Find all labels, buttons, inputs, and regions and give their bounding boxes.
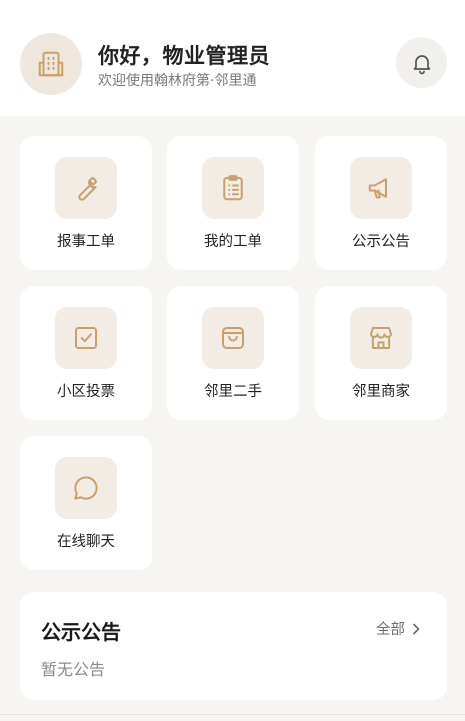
home-page: 你好，物业管理员 欢迎使用翰林府第·邻里通 报事工单 我的工单 公示公告 小区投…: [0, 0, 465, 721]
checkbox-icon: [71, 323, 101, 353]
tile-local-merchants[interactable]: 邻里商家: [315, 286, 447, 420]
view-all-link[interactable]: 全部: [376, 618, 421, 639]
bell-icon: [410, 51, 434, 75]
tile-label: 邻里商家: [352, 384, 410, 400]
tile-icon-box: [202, 307, 264, 369]
clipboard-list-icon: [218, 173, 248, 203]
tile-second-hand[interactable]: 邻里二手: [167, 286, 299, 420]
tile-icon-box: [350, 157, 412, 219]
tile-community-vote[interactable]: 小区投票: [20, 286, 152, 420]
view-all-label: 全部: [376, 622, 405, 638]
header: 你好，物业管理员 欢迎使用翰林府第·邻里通: [0, 0, 465, 116]
tile-label: 公示公告: [352, 234, 410, 250]
bottom-divider: [0, 714, 465, 715]
announcement-card-title: 公示公告: [41, 620, 121, 644]
wrench-icon: [71, 173, 101, 203]
tile-icon-box: [202, 157, 264, 219]
tile-report-ticket[interactable]: 报事工单: [20, 136, 152, 270]
tile-label: 报事工单: [57, 234, 115, 250]
tile-icon-box: [350, 307, 412, 369]
tile-label: 小区投票: [57, 384, 115, 400]
greeting-subtitle: 欢迎使用翰林府第·邻里通: [98, 73, 257, 89]
avatar: [20, 33, 82, 95]
building-icon: [36, 49, 66, 79]
tile-my-tickets[interactable]: 我的工单: [167, 136, 299, 270]
megaphone-icon: [366, 173, 396, 203]
tile-announcements[interactable]: 公示公告: [315, 136, 447, 270]
storefront-icon: [366, 323, 396, 353]
notifications-button[interactable]: [396, 37, 447, 88]
shopping-bag-icon: [218, 323, 248, 353]
chevron-right-icon: [411, 623, 421, 635]
tile-online-chat[interactable]: 在线聊天: [20, 436, 152, 570]
tile-label: 我的工单: [204, 234, 262, 250]
tile-icon-box: [55, 457, 117, 519]
greeting-title: 你好，物业管理员: [98, 44, 270, 68]
tile-label: 邻里二手: [204, 384, 262, 400]
empty-announcement-text: 暂无公告: [41, 660, 106, 679]
chat-bubble-icon: [71, 473, 101, 503]
tile-icon-box: [55, 157, 117, 219]
tile-icon-box: [55, 307, 117, 369]
announcement-card: 公示公告 全部 暂无公告: [20, 592, 447, 700]
tile-label: 在线聊天: [57, 534, 115, 550]
